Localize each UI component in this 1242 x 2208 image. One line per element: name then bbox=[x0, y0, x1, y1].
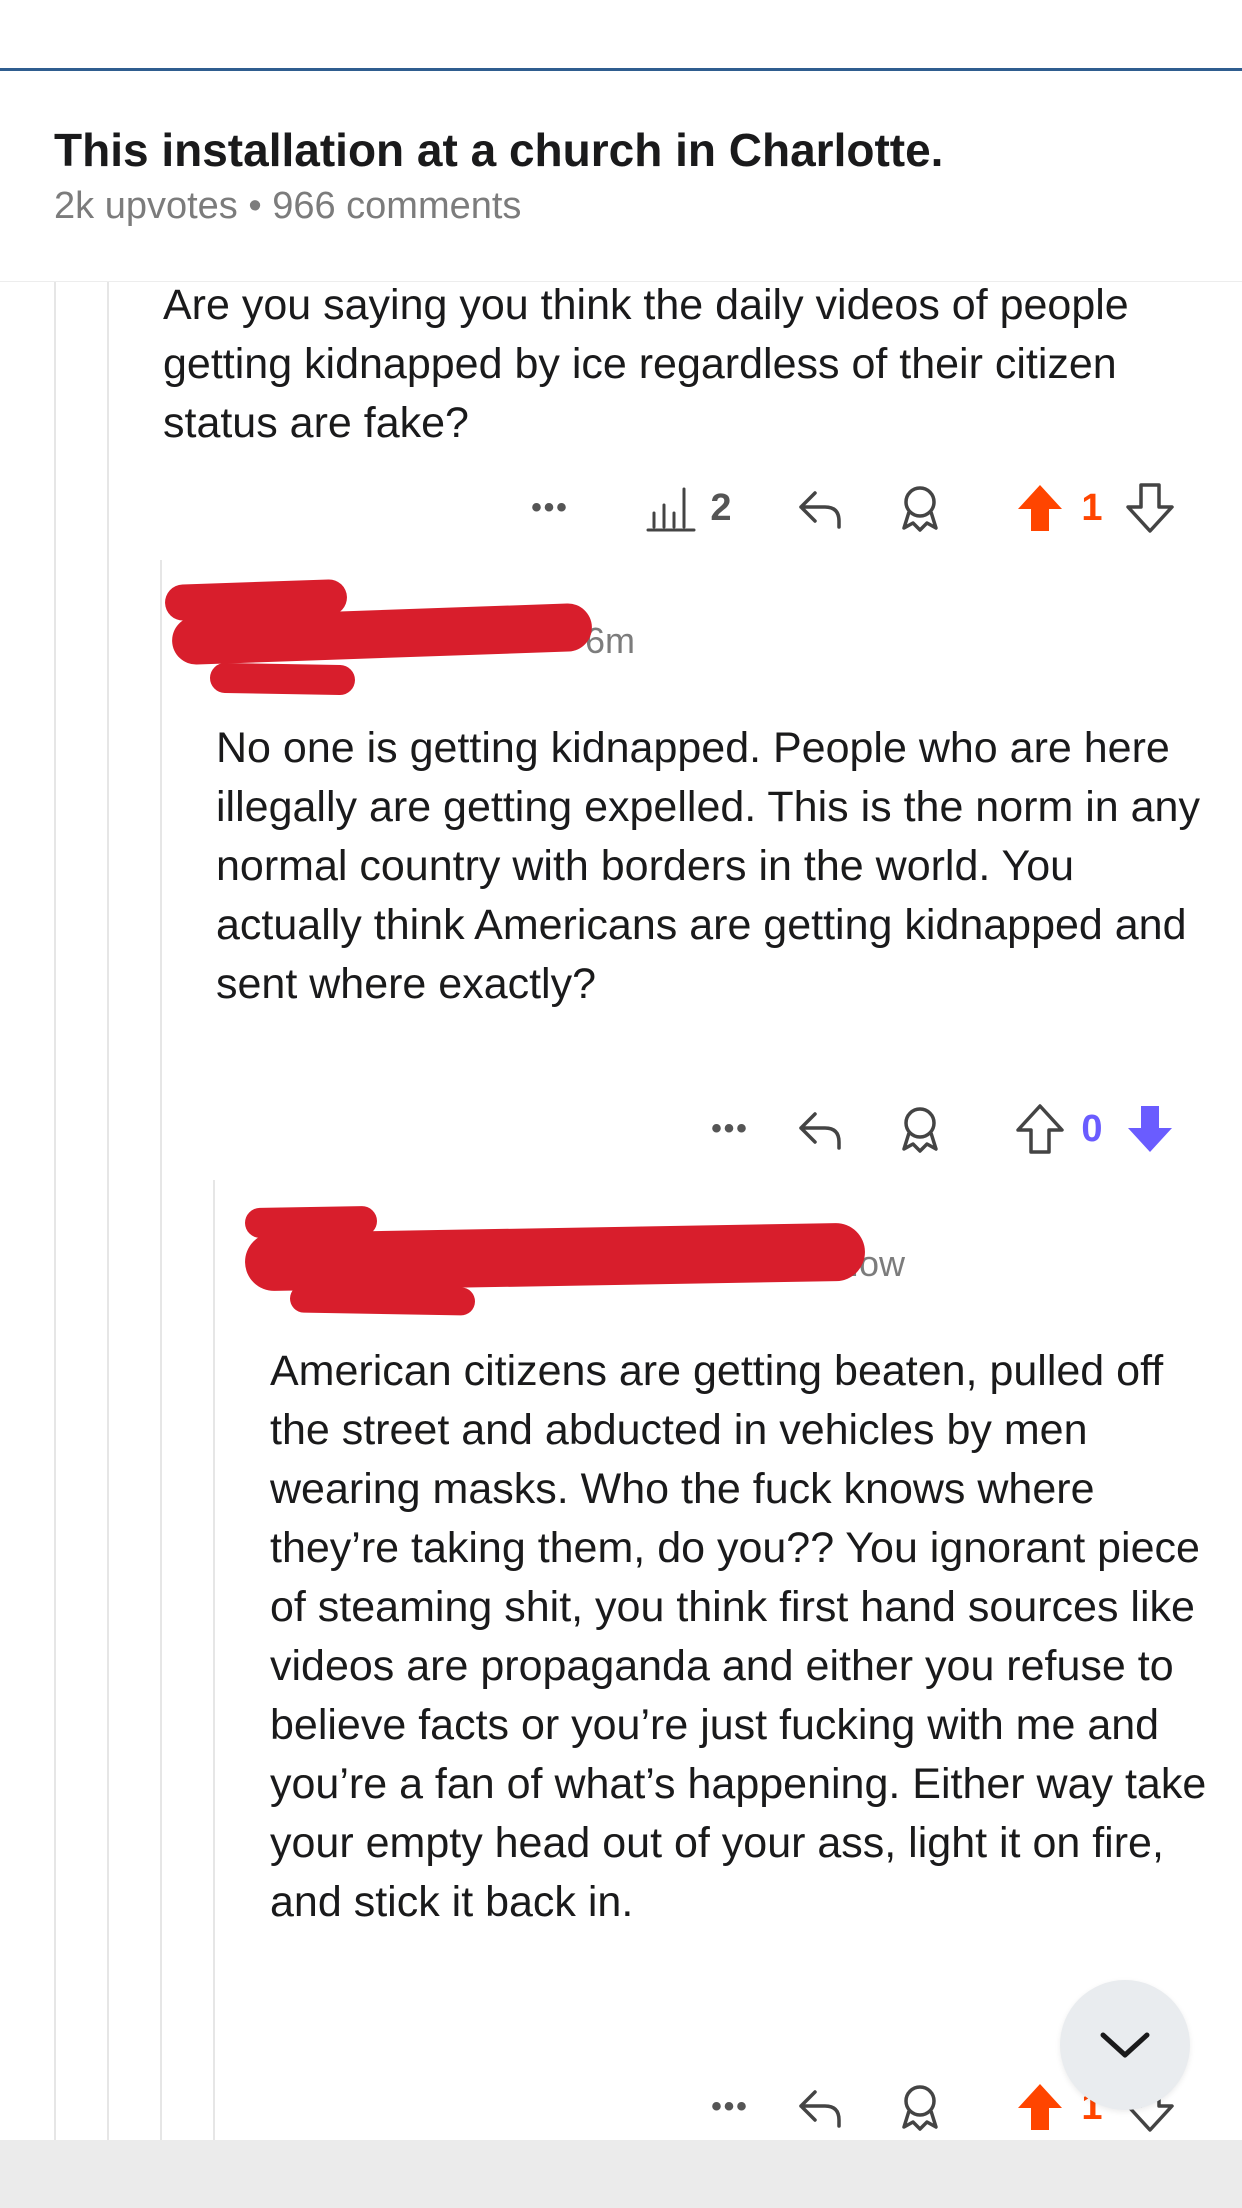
upvote-button[interactable] bbox=[1010, 2075, 1070, 2139]
scroll-down-button[interactable] bbox=[1060, 1980, 1190, 2110]
more-options-button[interactable]: ••• bbox=[520, 476, 580, 540]
bottom-bar bbox=[0, 2140, 1242, 2208]
award-icon bbox=[902, 486, 938, 532]
downvote-button[interactable] bbox=[1120, 476, 1180, 540]
redacted-mark bbox=[289, 1284, 476, 1316]
vote-count: 1 bbox=[1081, 486, 1103, 529]
comment-body: American citizens are getting beaten, pu… bbox=[270, 1347, 1207, 1926]
thread-line[interactable] bbox=[54, 282, 56, 2140]
comment-actions: ••• 2 1 bbox=[510, 476, 1210, 540]
award-button[interactable] bbox=[890, 476, 950, 540]
comment-body: Are you saying you think the daily video… bbox=[163, 281, 1129, 447]
upvote-button[interactable] bbox=[1010, 1097, 1070, 1161]
bar-chart-icon bbox=[646, 487, 696, 532]
more-options-button[interactable]: ••• bbox=[700, 2075, 760, 2139]
reply-button[interactable] bbox=[790, 2075, 850, 2139]
award-button[interactable] bbox=[890, 1097, 950, 1161]
comment-actions: ••• 0 bbox=[690, 1097, 1210, 1161]
upvote-outline-icon bbox=[1016, 1104, 1064, 1154]
thread-line[interactable] bbox=[160, 560, 162, 2140]
post-title[interactable]: This installation at a church in Charlot… bbox=[54, 123, 943, 177]
upvote-filled-icon bbox=[1018, 2084, 1062, 2130]
upvote-filled-icon bbox=[1018, 485, 1062, 531]
comment-timestamp: 6m bbox=[585, 620, 636, 661]
reply-arrow-icon bbox=[799, 491, 841, 529]
chevron-down-icon bbox=[1100, 2032, 1150, 2058]
more-options-button[interactable]: ••• bbox=[700, 1097, 760, 1161]
award-icon bbox=[902, 2085, 938, 2131]
award-button[interactable] bbox=[890, 2075, 950, 2139]
downvote-button[interactable] bbox=[1120, 1097, 1180, 1161]
upvote-button[interactable] bbox=[1010, 476, 1070, 540]
thread-line[interactable] bbox=[107, 282, 109, 2140]
downvote-filled-icon bbox=[1128, 1106, 1172, 1152]
insights-button[interactable]: 2 bbox=[628, 476, 748, 540]
post-meta: 2k upvotes • 966 comments bbox=[54, 185, 522, 227]
reply-button[interactable] bbox=[790, 1097, 850, 1161]
reply-button[interactable] bbox=[790, 476, 850, 540]
reply-arrow-icon bbox=[799, 1112, 841, 1150]
award-icon bbox=[902, 1107, 938, 1153]
reply-arrow-icon bbox=[799, 2090, 841, 2128]
insights-count: 2 bbox=[710, 486, 732, 529]
downvote-outline-icon bbox=[1126, 483, 1174, 533]
thread-line[interactable] bbox=[213, 1180, 215, 2140]
redacted-mark bbox=[209, 662, 356, 696]
post-header[interactable]: This installation at a church in Charlot… bbox=[0, 71, 1242, 282]
redacted-username bbox=[244, 1222, 866, 1292]
vote-count: 0 bbox=[1081, 1107, 1103, 1150]
comment-body: No one is getting kidnapped. People who … bbox=[216, 724, 1200, 1008]
